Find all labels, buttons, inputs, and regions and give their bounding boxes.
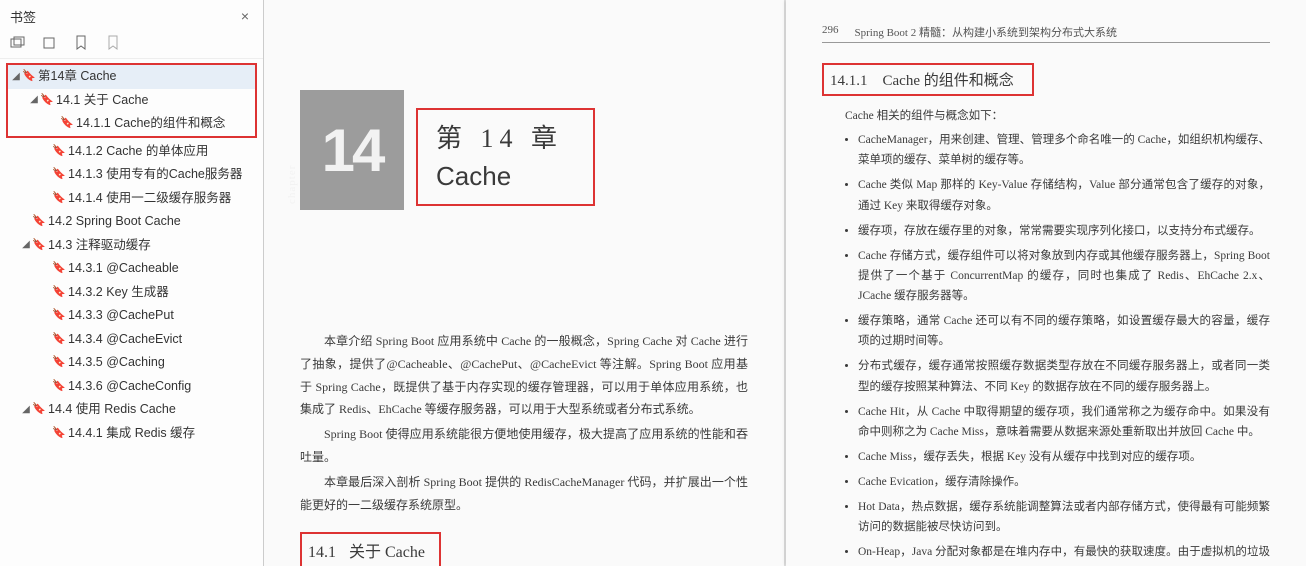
tree-node-label: 14.2 Spring Boot Cache (48, 213, 181, 231)
collapse-all-icon[interactable] (40, 34, 58, 52)
bookmark-glyph-icon: 🔖 (60, 116, 74, 131)
tree-node[interactable]: 🔖14.1.4 使用一二级缓存服务器 (0, 187, 263, 211)
page-body: Cache 相关的组件与概念如下： CacheManager，用来创建、管理、管… (822, 106, 1270, 566)
bookmark-glyph-icon: 🔖 (52, 144, 66, 159)
chapter-vertical-label: chapter (286, 165, 298, 204)
list-item: CacheManager，用来创建、管理、管理多个命名唯一的 Cache，如组织… (858, 130, 1270, 170)
list-item: Cache Hit，从 Cache 中取得期望的缓存项，我们通常称之为缓存命中。… (858, 402, 1270, 442)
tree-node-label: 14.3.4 @CacheEvict (68, 331, 182, 349)
bullet-list: CacheManager，用来创建、管理、管理多个命名唯一的 Cache，如组织… (858, 130, 1270, 566)
highlighted-tree-group: ◢🔖第14章 Cache◢🔖14.1 关于 Cache🔖14.1.1 Cache… (6, 63, 257, 138)
page-right: 296 Spring Boot 2 精髓：从构建小系统到架构分布式大系统 14.… (786, 0, 1306, 566)
list-item: 缓存策略，通常 Cache 还可以有不同的缓存策略，如设置缓存最大的容量，缓存项… (858, 311, 1270, 351)
list-item: On-Heap，Java 分配对象都是在堆内存中，有最快的获取速度。由于虚拟机的… (858, 542, 1270, 566)
tree-node[interactable]: 🔖14.3.3 @CachePut (0, 304, 263, 328)
tree-node-label: 14.3.3 @CachePut (68, 307, 174, 325)
intro-line: Cache 相关的组件与概念如下： (822, 106, 1270, 126)
twisty-icon[interactable]: ◢ (20, 403, 32, 417)
tree-node[interactable]: 🔖14.1.2 Cache 的单体应用 (0, 140, 263, 164)
tree-node-label: 14.1.1 Cache的组件和概念 (76, 115, 225, 133)
bookmark-outline-icon[interactable] (104, 34, 122, 52)
book-title: Spring Boot 2 精髓：从构建小系统到架构分布式大系统 (855, 24, 1117, 40)
bookmark-glyph-icon: 🔖 (52, 379, 66, 394)
tree-node[interactable]: ◢🔖14.4 使用 Redis Cache (0, 398, 263, 422)
bookmark-tree[interactable]: ◢🔖第14章 Cache◢🔖14.1 关于 Cache🔖14.1.1 Cache… (0, 59, 263, 566)
subsection-heading-box: 14.1.1 Cache 的组件和概念 (822, 63, 1034, 96)
bookmark-icon[interactable] (72, 34, 90, 52)
page-left: chapter 14 第 14 章 Cache 本章介绍 Spring Boot… (264, 0, 784, 566)
paragraph: 本章介绍 Spring Boot 应用系统中 Cache 的一般概念，Sprin… (300, 330, 748, 421)
twisty-icon[interactable]: ◢ (20, 238, 32, 252)
tree-node-label: 14.3.6 @CacheConfig (68, 378, 191, 396)
list-item: Hot Data，热点数据，缓存系统能调整算法或者内部存储方式，使得最有可能频繁… (858, 497, 1270, 537)
bookmark-glyph-icon: 🔖 (52, 261, 66, 276)
tree-node-label: 14.1 关于 Cache (56, 92, 148, 110)
tree-node[interactable]: 🔖14.1.3 使用专有的Cache服务器 (0, 163, 263, 187)
chapter-title-line2: Cache (436, 161, 563, 192)
tree-node-label: 14.3.2 Key 生成器 (68, 284, 169, 302)
bookmark-glyph-icon: 🔖 (32, 214, 46, 229)
tree-node[interactable]: ◢🔖第14章 Cache (8, 65, 255, 89)
paragraph: Spring Boot 使得应用系统能很方便地使用缓存，极大提高了应用系统的性能… (300, 423, 748, 469)
chapter-title-box: 第 14 章 Cache (416, 108, 595, 206)
bookmarks-sidebar: 书签 × ◢🔖第14章 Cache◢🔖14.1 关于 Cache🔖14.1.1 … (0, 0, 264, 566)
tree-node[interactable]: 🔖14.3.6 @CacheConfig (0, 375, 263, 399)
bookmark-glyph-icon: 🔖 (52, 332, 66, 347)
tree-node[interactable]: 🔖14.2 Spring Boot Cache (0, 210, 263, 234)
tree-node[interactable]: 🔖14.3.4 @CacheEvict (0, 328, 263, 352)
bookmark-glyph-icon: 🔖 (52, 167, 66, 182)
page-header: 296 Spring Boot 2 精髓：从构建小系统到架构分布式大系统 (822, 24, 1270, 43)
list-item: Cache Miss，缓存丢失，根据 Key 没有从缓存中找到对应的缓存项。 (858, 447, 1270, 467)
list-item: 分布式缓存，缓存通常按照缓存数据类型存放在不同缓存服务器上，或者同一类型的缓存按… (858, 356, 1270, 396)
section-name: 关于 Cache (349, 544, 425, 561)
sidebar-title: 书签 (10, 7, 36, 26)
subsection-title: 14.1.1 Cache 的组件和概念 (830, 73, 1014, 89)
list-item: Cache 类似 Map 那样的 Key-Value 存储结构，Value 部分… (858, 175, 1270, 215)
expand-all-icon[interactable] (8, 34, 26, 52)
document-view[interactable]: chapter 14 第 14 章 Cache 本章介绍 Spring Boot… (264, 0, 1306, 566)
twisty-icon[interactable]: ◢ (28, 93, 40, 107)
paragraph: 本章最后深入剖析 Spring Boot 提供的 RedisCacheManag… (300, 471, 748, 517)
section-number: 14.1 (308, 544, 336, 561)
tree-node-label: 14.1.3 使用专有的Cache服务器 (68, 166, 242, 184)
bookmark-glyph-icon: 🔖 (22, 69, 36, 84)
tree-node[interactable]: 🔖14.4.1 集成 Redis 缓存 (0, 422, 263, 446)
tree-node-label: 14.1.4 使用一二级缓存服务器 (68, 190, 231, 208)
tree-node-label: 14.3.1 @Cacheable (68, 260, 179, 278)
chapter-number-block: chapter 14 (300, 90, 404, 210)
bookmark-glyph-icon: 🔖 (52, 426, 66, 441)
sidebar-toolbar (0, 30, 263, 59)
tree-node[interactable]: 🔖14.3.1 @Cacheable (0, 257, 263, 281)
tree-node[interactable]: 🔖14.1.1 Cache的组件和概念 (8, 112, 255, 136)
bookmark-glyph-icon: 🔖 (52, 308, 66, 323)
bookmark-glyph-icon: 🔖 (52, 285, 66, 300)
bookmark-glyph-icon: 🔖 (52, 191, 66, 206)
tree-node-label: 14.4.1 集成 Redis 缓存 (68, 425, 195, 443)
tree-node-label: 第14章 Cache (38, 68, 117, 86)
twisty-icon[interactable]: ◢ (10, 70, 22, 84)
section-heading-box: 14.1 关于 Cache (300, 532, 441, 566)
page-body: 本章介绍 Spring Boot 应用系统中 Cache 的一般概念，Sprin… (300, 330, 748, 566)
bookmark-glyph-icon: 🔖 (52, 355, 66, 370)
chapter-number: 14 (322, 116, 383, 185)
chapter-title-line1: 第 14 章 (436, 118, 563, 155)
tree-node[interactable]: 🔖14.3.5 @Caching (0, 351, 263, 375)
tree-node-label: 14.1.2 Cache 的单体应用 (68, 143, 208, 161)
tree-node-label: 14.3.5 @Caching (68, 354, 165, 372)
tree-node[interactable]: ◢🔖14.3 注释驱动缓存 (0, 234, 263, 258)
close-icon[interactable]: × (237, 6, 253, 26)
page-number: 296 (822, 24, 839, 40)
list-item: 缓存项，存放在缓存里的对象，常常需要实现序列化接口，以支持分布式缓存。 (858, 221, 1270, 241)
bookmark-glyph-icon: 🔖 (32, 238, 46, 253)
sidebar-header: 书签 × (0, 0, 263, 30)
tree-node-label: 14.4 使用 Redis Cache (48, 401, 176, 419)
tree-node-label: 14.3 注释驱动缓存 (48, 237, 151, 255)
list-item: Cache 存储方式，缓存组件可以将对象放到内存或其他缓存服务器上，Spring… (858, 246, 1270, 306)
tree-node[interactable]: 🔖14.3.2 Key 生成器 (0, 281, 263, 305)
bookmark-glyph-icon: 🔖 (40, 93, 54, 108)
tree-node[interactable]: ◢🔖14.1 关于 Cache (8, 89, 255, 113)
bookmark-glyph-icon: 🔖 (32, 402, 46, 417)
list-item: Cache Evication，缓存清除操作。 (858, 472, 1270, 492)
